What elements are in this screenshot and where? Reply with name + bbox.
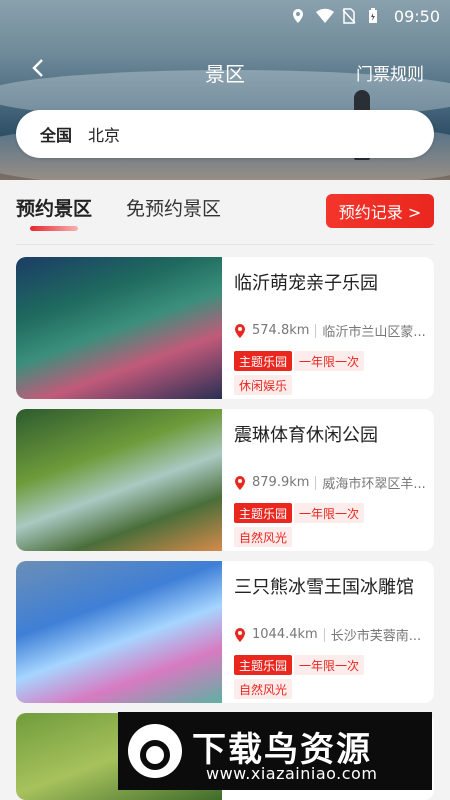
watermark-banner: 下载鸟资源 www.xiazainiao.com [118,712,432,790]
address-text: 威海市环翠区羊... [322,477,426,492]
ticket-rules-link[interactable]: 门票规则 [356,60,424,85]
scenic-spot-location: 574.8km 临沂市兰山区蒙... [234,321,430,340]
wifi-icon [315,8,334,24]
tag-category: 主题乐园 [234,503,293,523]
separator [315,475,317,490]
tab-no-reservation-spots[interactable]: 免预约景区 [126,194,221,221]
scenic-spot-thumbnail [16,257,222,399]
status-bar: 09:50 [0,0,450,32]
location-icon [290,8,306,24]
distance-text: 879.9km [252,475,310,490]
status-time: 09:50 [393,6,440,26]
tag-type: 自然风光 [234,679,293,699]
no-sim-icon [342,8,358,24]
scenic-spot-card[interactable]: 三只熊冰雪王国冰雕馆 1044.4km 长沙市芙蓉南... 主题乐园 一年限一次… [16,561,434,703]
tag-limit: 一年限一次 [294,655,365,675]
scenic-spot-location: 1044.4km 长沙市芙蓉南... [234,625,430,644]
location-pin-icon [235,323,245,338]
scenic-spot-card[interactable]: 震琳体育休闲公园 879.9km 威海市环翠区羊... 主题乐园 一年限一次 自… [16,409,434,551]
tab-reservation-spots[interactable]: 预约景区 [16,194,92,221]
scenic-spot-thumbnail [16,561,222,703]
region-search-bar[interactable]: 全国 北京 [16,110,434,158]
scenic-spot-name: 震琳体育休闲公园 [234,425,378,446]
scenic-spot-thumbnail [16,409,222,551]
address-text: 临沂市兰山区蒙... [322,325,426,340]
city-label[interactable]: 北京 [88,122,120,146]
bird-logo-icon [128,724,182,778]
reservation-records-button[interactable]: 预约记录 > [326,194,434,228]
divider [16,244,434,245]
location-pin-icon [235,475,245,490]
distance-text: 1044.4km [252,627,318,642]
battery-icon [368,8,384,24]
location-pin-icon [235,627,245,642]
region-selector[interactable]: 全国 [40,122,72,146]
scenic-spot-name: 三只熊冰雪王国冰雕馆 [234,577,414,598]
scenic-spot-card[interactable]: 临沂萌宠亲子乐园 574.8km 临沂市兰山区蒙... 主题乐园 一年限一次 休… [16,257,434,399]
nav-bar: 景区 门票规则 [0,52,450,92]
separator [315,323,317,338]
tag-limit: 一年限一次 [294,351,365,371]
tag-type: 休闲娱乐 [234,375,293,395]
tag-category: 主题乐园 [234,655,293,675]
distance-text: 574.8km [252,323,310,338]
tag-category: 主题乐园 [234,351,293,371]
tag-limit: 一年限一次 [294,503,365,523]
watermark-url: www.xiazainiao.com [206,764,378,783]
separator [323,627,325,642]
scenic-spot-name: 临沂萌宠亲子乐园 [234,273,378,294]
tag-type: 自然风光 [234,527,293,547]
active-tab-indicator [30,226,78,231]
scenic-spot-location: 879.9km 威海市环翠区羊... [234,473,430,492]
address-text: 长沙市芙蓉南... [330,629,422,644]
